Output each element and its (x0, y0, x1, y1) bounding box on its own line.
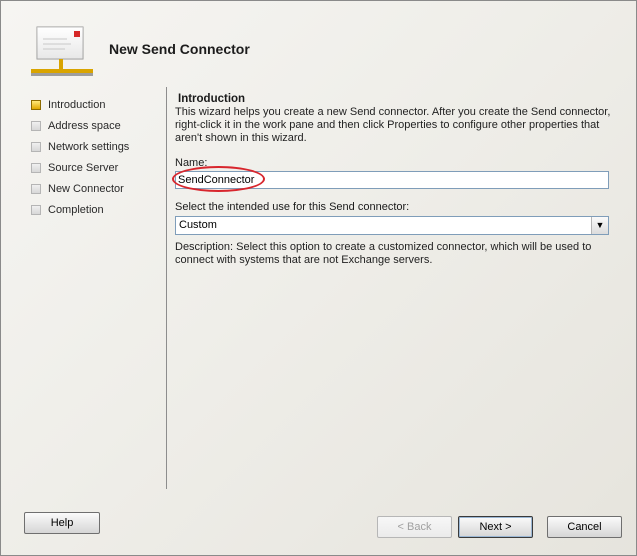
help-button[interactable]: Help (24, 512, 100, 534)
step-label: New Connector (48, 182, 124, 195)
name-value: SendConnector (178, 174, 255, 186)
step-pending-icon (31, 162, 41, 173)
intended-use-select[interactable]: Custom ▼ (175, 216, 609, 235)
step-label: Network settings (48, 140, 130, 153)
description-text: Description: Select this option to creat… (175, 241, 592, 266)
cancel-button[interactable]: Cancel (547, 516, 622, 538)
step-pending-icon (31, 204, 41, 215)
step-address-space: Address space (31, 115, 129, 136)
step-pending-icon (31, 120, 41, 131)
divider (166, 87, 167, 489)
wizard-window: New Send Connector Introduction Address … (0, 0, 637, 556)
step-source-server: Source Server (31, 157, 129, 178)
send-connector-icon (31, 26, 93, 76)
step-active-icon (31, 99, 41, 110)
step-pending-icon (31, 183, 41, 194)
wizard-steps: Introduction Address space Network setti… (31, 94, 129, 220)
step-label: Address space (48, 119, 121, 132)
name-label: Name: (175, 157, 208, 169)
next-button[interactable]: Next > (458, 516, 533, 538)
step-label: Source Server (48, 161, 119, 174)
step-label: Introduction (48, 98, 106, 111)
step-new-connector: New Connector (31, 178, 129, 199)
step-label: Completion (48, 203, 104, 216)
chevron-down-icon[interactable]: ▼ (591, 217, 608, 234)
intended-use-value: Custom (179, 219, 217, 231)
step-pending-icon (31, 141, 41, 152)
back-button[interactable]: < Back (377, 516, 452, 538)
wizard-title: New Send Connector (109, 41, 250, 57)
step-network-settings: Network settings (31, 136, 129, 157)
section-title: Introduction (178, 93, 246, 105)
step-completion: Completion (31, 199, 129, 220)
name-input[interactable]: SendConnector (172, 166, 609, 192)
step-introduction: Introduction (31, 94, 129, 115)
wizard-content: Introduction This wizard helps you creat… (172, 91, 611, 267)
intro-text: This wizard helps you create a new Send … (175, 106, 611, 144)
intended-use-label: Select the intended use for this Send co… (175, 201, 410, 213)
